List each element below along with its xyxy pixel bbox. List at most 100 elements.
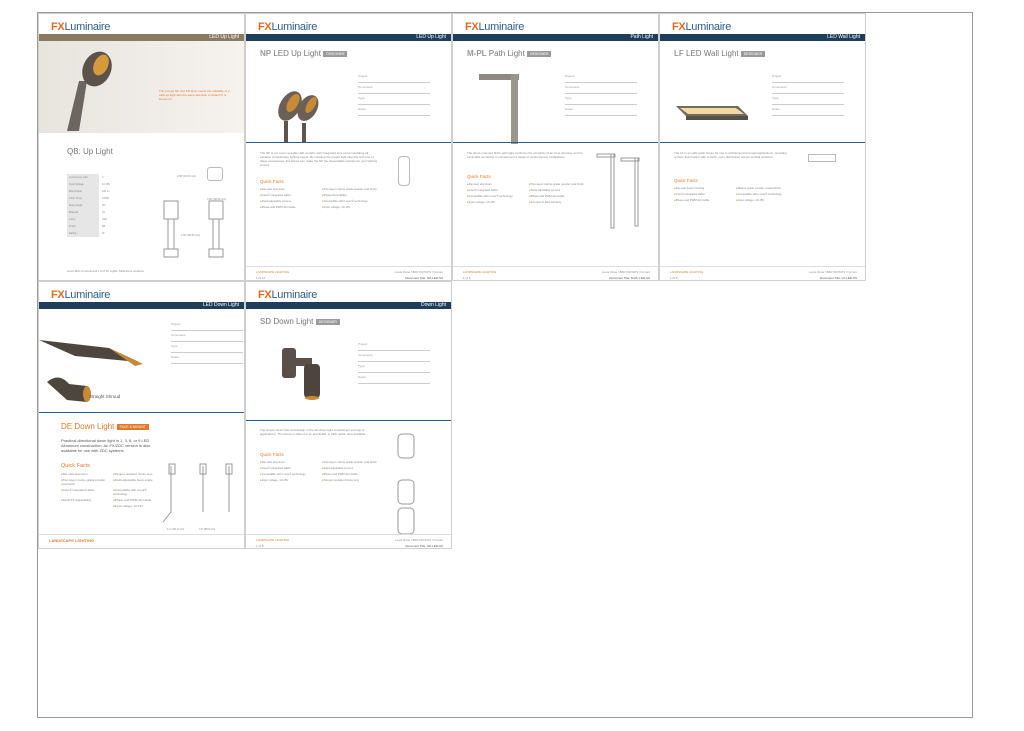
face-mount-tag: FACE & MOUNT	[116, 423, 149, 430]
footer-brand: LANDSCAPE LIGHTING	[256, 538, 290, 542]
footer-brand: LANDSCAPE LIGHTING	[49, 538, 95, 543]
page-qb: FXLuminaire LED Up Light The proven NP a…	[38, 13, 245, 281]
spec-value: 35°	[102, 204, 106, 207]
fixture-drawing	[596, 153, 640, 229]
page-np: FXLuminaire LED Up Light NP LED Up Light…	[245, 13, 452, 281]
quick-facts-title: Quick Facts	[61, 463, 91, 469]
quick-fact-item: Field adjustable lumens	[529, 188, 587, 192]
quick-fact-item: Phase and PWM dimmable	[113, 498, 161, 502]
spec-row: Input Voltage 10-15V	[67, 181, 127, 188]
page-lf: FXLuminaire LED Wall Light LF LED Wall L…	[659, 13, 866, 281]
fx-logo: FXLuminaire	[51, 21, 111, 33]
spec-row: Beam Angle 35°	[67, 202, 127, 209]
product-title: SD Down Light DESIGNER	[260, 317, 340, 326]
quick-fact-item: Compatible with Luxor® technology	[736, 192, 794, 196]
footer-doc-title: Document Title: LF-LED-SS	[819, 276, 857, 280]
spec-row: Finish BZ	[67, 223, 127, 230]
page-footer: LANDSCAPE LIGHTING	[39, 534, 244, 548]
quick-facts-title: Quick Facts	[467, 174, 491, 179]
header-bar: Path Light	[453, 34, 658, 41]
spec-value: 160 lm	[102, 190, 110, 193]
spec-label: Max Output	[67, 188, 99, 195]
spec-value: LED	[102, 218, 107, 221]
quick-fact-item: Input voltage: 10-15V	[322, 205, 380, 209]
header-bar: LED Wall Light	[660, 34, 865, 41]
quick-fact-item: Field-adjustable beam angle	[113, 478, 161, 486]
quick-fact-item: Phase and PWM dimmable	[674, 198, 732, 202]
header-bar: LED Up Light	[39, 34, 244, 41]
form-field-line: Notes	[171, 353, 243, 364]
quick-fact-item: Phase and PWM dimmable	[529, 194, 587, 198]
spec-row: Color Temp 2700K	[67, 195, 127, 202]
page-footer: LANDSCAPE LIGHTING Luxor Zone / 800.733.…	[246, 534, 451, 548]
quick-facts-title: Quick Facts	[260, 452, 284, 457]
dimension-label: 4.4" [111.8 mm]	[167, 528, 185, 531]
footer-contact: Luxor Zone / 800.733.5473 / fxl.com	[394, 270, 443, 274]
product-image	[282, 348, 320, 400]
quick-fact-item: Tamper-resistant fixture lens	[322, 478, 380, 482]
page-footer: LANDSCAPE LIGHTING Luxor Zone / 800.733.…	[453, 266, 658, 280]
spec-label: Finish	[67, 223, 99, 230]
form-field-line: Project	[171, 320, 243, 331]
document-sheet: FXLuminaire LED Up Light The proven NP a…	[37, 12, 973, 718]
section-divider	[453, 142, 658, 143]
product-title: LF LED Wall Light DESIGNER	[674, 49, 766, 58]
header-bar-label: LED Wall Light	[827, 34, 860, 40]
hero-image: The proven NP and PR lamp meets the reli…	[39, 41, 244, 133]
spec-value: Cu	[102, 211, 106, 214]
footer-page: 1 of 8	[670, 276, 678, 280]
spec-label: Lamp	[67, 216, 99, 223]
form-field-line: Comments	[565, 83, 637, 94]
quick-fact-item: Input voltage: 10-15V	[260, 478, 318, 482]
quick-fact-item: Tamper-resistant fixture lens	[113, 472, 161, 476]
quick-fact-item: Cree® integrated LEDs	[61, 488, 109, 496]
project-form: Project Comments Type Notes	[565, 72, 637, 116]
header-bar-label: LED Down Light	[202, 302, 239, 308]
spec-value: IP	[102, 232, 105, 235]
project-form: Project Comments Type Notes	[358, 340, 430, 384]
designer-tag: DESIGNER	[315, 318, 340, 325]
spec-row: Max Output 160 lm	[67, 188, 127, 195]
header-bar: LED Up Light	[246, 34, 451, 41]
quick-fact-item: Marine-grade powder coated finish	[736, 186, 794, 190]
header-bar-label: LED Up Light	[209, 34, 239, 40]
spec-label: Material	[67, 209, 99, 216]
form-field-line: Notes	[772, 105, 844, 116]
header-bar: LED Down Light	[39, 302, 244, 309]
quick-fact-item: Die-cast aluminum	[61, 472, 109, 476]
product-title: DE Down Light FACE & MOUNT	[61, 422, 149, 431]
header-bar-label: Path Light	[630, 34, 653, 40]
designer-tag: DESIGNER	[740, 50, 766, 57]
up-light-fixture-image	[67, 51, 112, 131]
form-field-line: Comments	[358, 83, 430, 94]
fx-logo: FXLuminaire	[258, 289, 318, 301]
quick-fact-item: Two-layer marine-grade powder coat finis…	[322, 187, 380, 191]
quick-fact-item: Two-layer marine-grade powder coat finis…	[322, 460, 380, 464]
page-title: QB: Up Light	[67, 147, 113, 156]
page-footer: LANDSCAPE LIGHTING Luxor Zone / 800.733.…	[660, 266, 865, 280]
spec-value: 2700K	[102, 197, 110, 200]
form-field-line: Type	[171, 342, 243, 353]
footer-brand: LANDSCAPE LIGHTING	[463, 270, 497, 274]
form-field-line: Notes	[358, 105, 430, 116]
fixture-drawings	[163, 200, 224, 258]
footer-brand: LANDSCAPE LIGHTING	[256, 270, 290, 274]
designer-tag: DESIGNER	[323, 50, 348, 57]
quick-fact-item: Compatible with Luxor® technology	[260, 472, 318, 476]
quick-fact-item: Compatible with Luxor® technology	[322, 199, 380, 203]
fixture-drawing-top	[207, 167, 223, 181]
description: The LF is an LED wash fixture for use in…	[674, 151, 787, 159]
page-mpl: FXLuminaire Path Light M-PL Path Light D…	[452, 13, 659, 281]
description: The direct-mounted M-PL path light combi…	[467, 151, 583, 159]
spec-row: Lamp LED	[67, 216, 127, 223]
spec-row: Material Cu	[67, 209, 127, 216]
fx-logo: FXLuminaire	[258, 21, 318, 33]
footer-doc-title: Document Title: SD-LED-SS	[405, 544, 443, 548]
footer-page: 1 of 12	[256, 276, 266, 280]
quick-fact-item: Input voltage: 10-15V	[736, 198, 794, 202]
form-field-line: Notes	[358, 373, 430, 384]
quick-fact-item: Die-cast aluminum	[260, 187, 318, 191]
footer-brand: LANDSCAPE LIGHTING	[670, 270, 704, 274]
fx-logo: FXLuminaire	[465, 21, 525, 33]
quick-fact-item: Cree® integrated LEDs	[467, 188, 525, 192]
